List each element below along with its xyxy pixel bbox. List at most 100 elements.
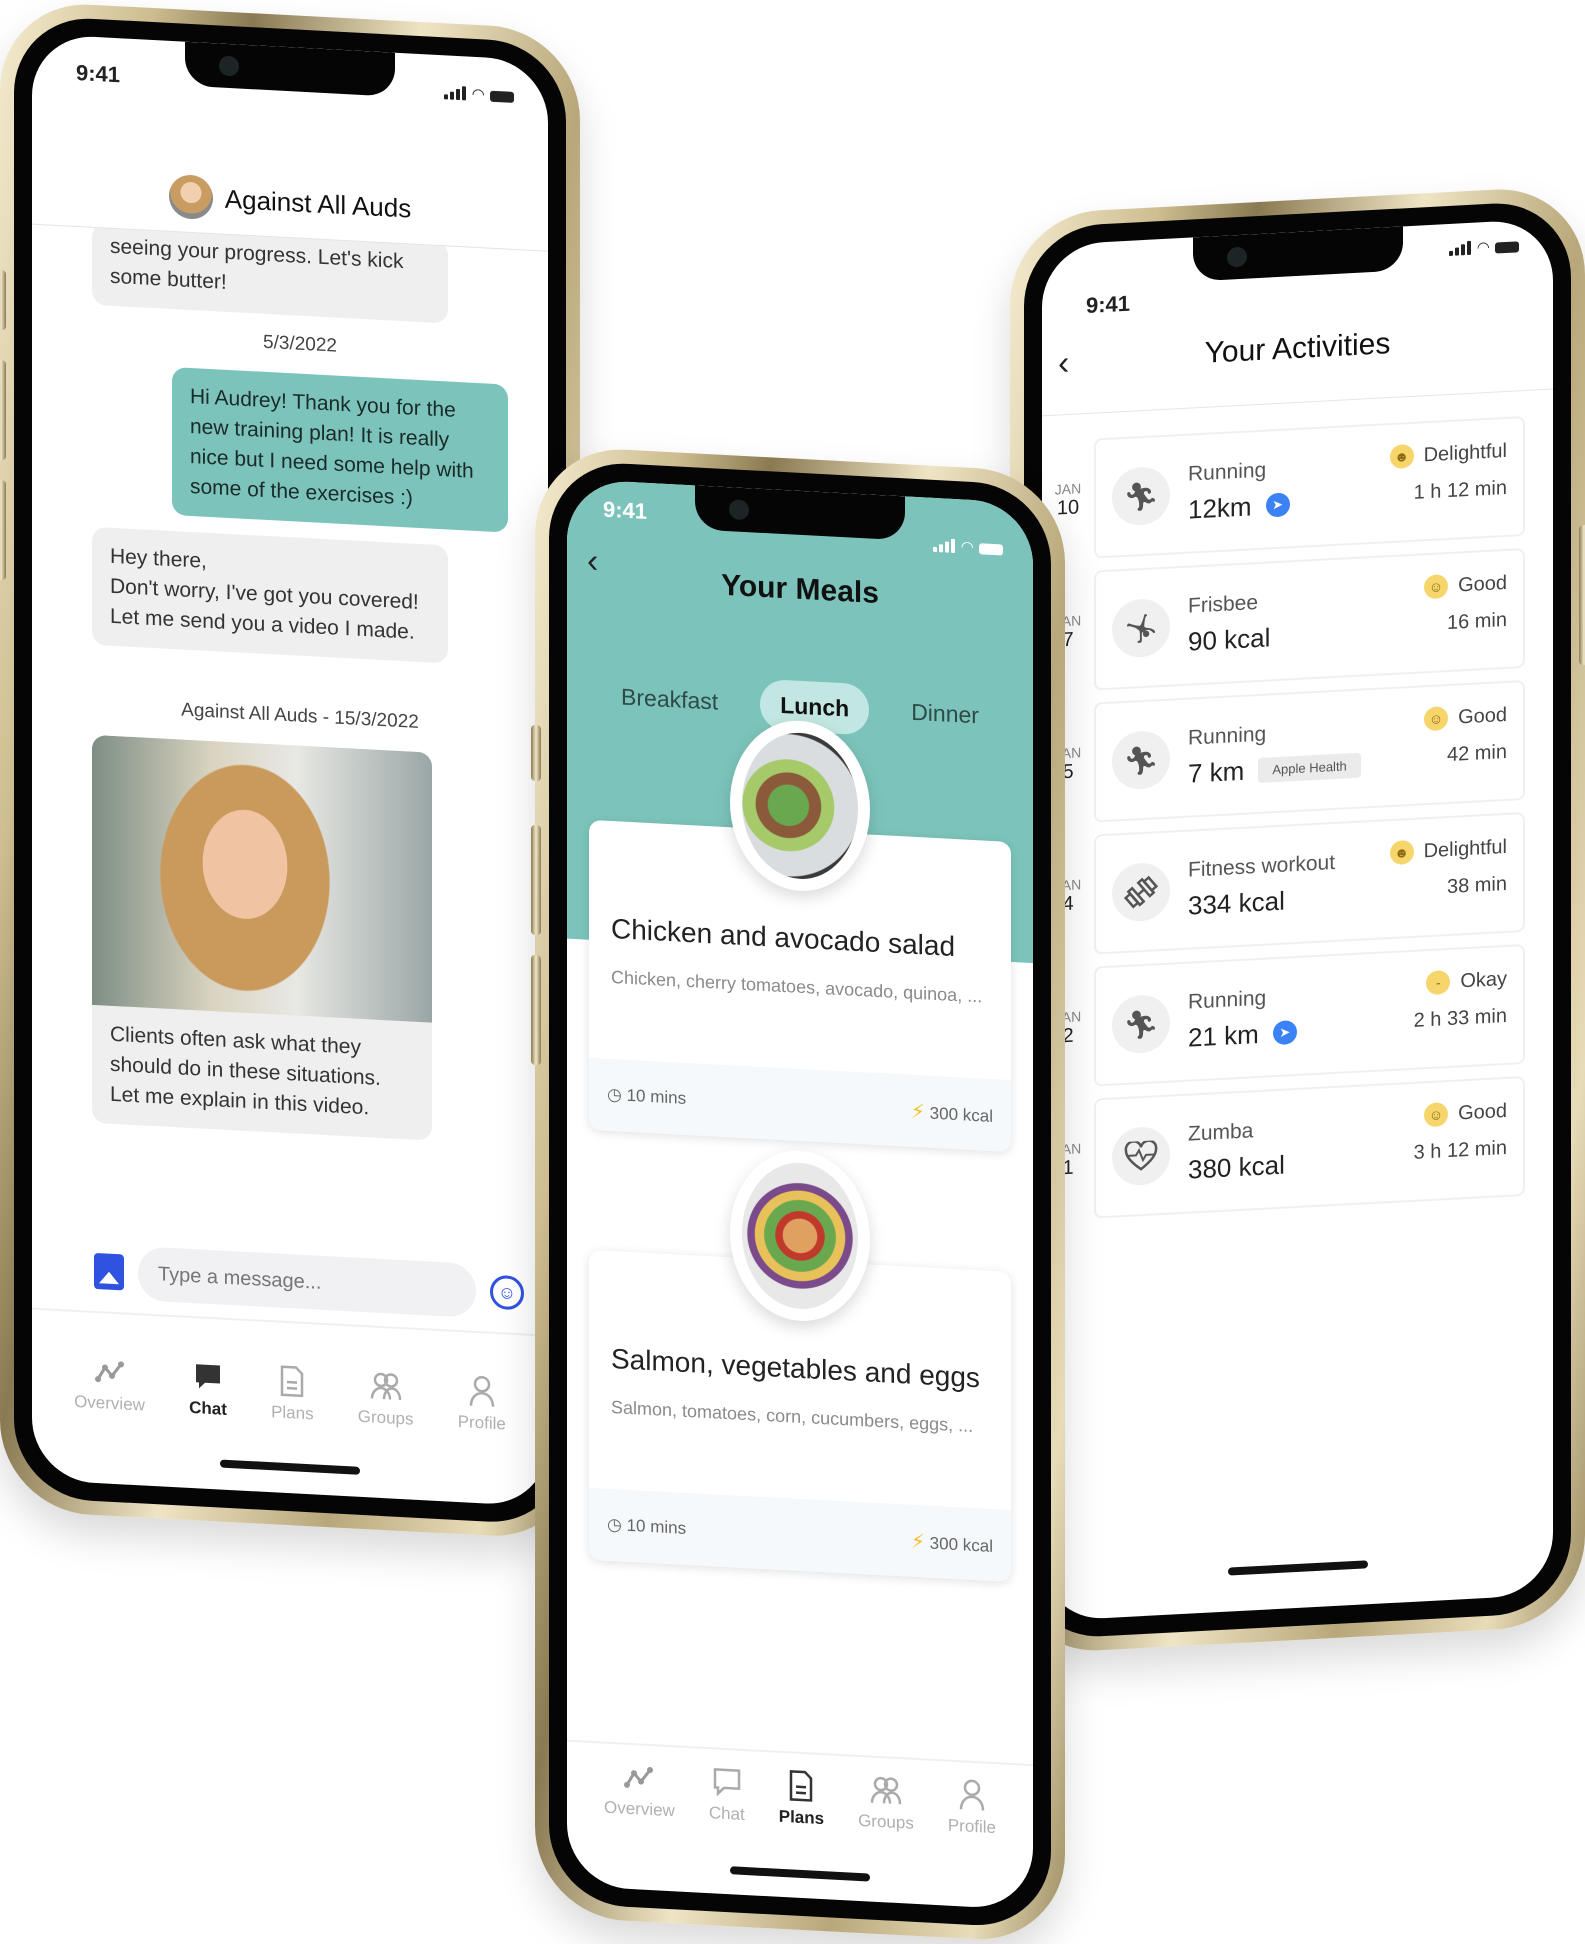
activity-mood: Good <box>1458 1099 1507 1125</box>
activity-value: 21 km <box>1188 1018 1259 1053</box>
activity-name: Running <box>1188 986 1267 1014</box>
meal-card[interactable]: Chicken and avocado salad Chicken, cherr… <box>589 717 1011 1152</box>
tab-breakfast[interactable]: Breakfast <box>601 670 738 728</box>
battery-icon <box>979 543 1003 556</box>
activity-row[interactable]: JAN 4 Fitness workout 334 kcal ☻ Delightfu… <box>1042 806 1525 963</box>
activity-row[interactable]: JAN 1 Zumba 380 kcal ☺ Good 3 h 12 min <box>1042 1070 1525 1227</box>
image-attach-icon[interactable] <box>94 1252 124 1291</box>
emoji-icon[interactable]: ☺ <box>490 1274 524 1311</box>
meal-footer: ◷ 10 mins ⚡︎ 300 kcal <box>589 1487 1011 1582</box>
signal-icon <box>444 85 467 101</box>
running-icon: 🏃︎ <box>1112 993 1170 1055</box>
activity-duration: 16 min <box>1446 608 1507 635</box>
activity-name: Running <box>1188 722 1267 750</box>
activity-card[interactable]: 🏃︎ Running 12km ➤ ☻ Delightful 1 h 12 min <box>1094 416 1525 559</box>
gps-icon: ➤ <box>1272 1019 1297 1046</box>
chat-screen: 9:41 ◠ Against All Auds seeing your prog… <box>32 33 548 1507</box>
activity-name: Zumba <box>1188 1118 1254 1146</box>
tab-label: Chat <box>708 1803 745 1824</box>
tab-dinner[interactable]: Dinner <box>891 686 999 743</box>
meal-image <box>730 1147 870 1325</box>
plans-icon <box>276 1364 308 1398</box>
activity-row[interactable]: JAN 10 🏃︎ Running 12km ➤ ☻ Delightful 1 h 1… <box>1042 410 1525 567</box>
overview-icon <box>623 1761 655 1795</box>
status-time: 9:41 <box>603 496 648 524</box>
activity-mood: Delightful <box>1423 835 1507 862</box>
tab-label: Groups <box>858 1810 914 1833</box>
activity-duration: 1 h 12 min <box>1413 476 1507 504</box>
activity-card[interactable]: Zumba 380 kcal ☺ Good 3 h 12 min <box>1094 1076 1525 1219</box>
home-indicator <box>730 1866 870 1882</box>
chat-icon <box>711 1765 743 1799</box>
video-thumbnail[interactable] <box>92 734 432 1023</box>
video-message[interactable]: Clients often ask what they should do in… <box>92 734 432 1141</box>
tab-groups[interactable]: Groups <box>358 1369 414 1430</box>
battery-icon <box>490 90 514 103</box>
groups-icon <box>870 1774 902 1808</box>
activity-duration: 38 min <box>1446 872 1507 899</box>
meal-time: 10 mins <box>626 1515 687 1538</box>
tab-label: Profile <box>947 1815 996 1838</box>
signal-icon <box>933 538 956 554</box>
message-outgoing: Hi Audrey! Thank you for the new trainin… <box>172 367 508 533</box>
tab-chat[interactable]: Chat <box>709 1765 745 1825</box>
wifi-icon: ◠ <box>1477 238 1489 257</box>
activity-duration: 42 min <box>1446 740 1507 767</box>
tab-label: Plans <box>778 1806 825 1829</box>
mute-switch <box>0 269 6 331</box>
tab-groups[interactable]: Groups <box>858 1773 914 1834</box>
message-input[interactable] <box>138 1246 476 1318</box>
profile-icon <box>466 1374 498 1408</box>
plans-icon <box>785 1769 817 1803</box>
status-icons: ◠ <box>933 538 1003 556</box>
activity-value: 7 km <box>1188 755 1245 789</box>
chat-icon <box>192 1360 224 1394</box>
message-incoming: Hey there, Don't worry, I've got you cov… <box>92 526 448 664</box>
activities-screen: 9:41 ◠ ‹ Your Activities JAN 10 🏃︎ Runnin… <box>1042 218 1553 1622</box>
activity-card[interactable]: 🏃︎ Running 7 km Apple Health ☺ Good 42 min <box>1094 680 1525 823</box>
tab-plans[interactable]: Plans <box>779 1769 824 1829</box>
mood-good-icon: ☺ <box>1424 574 1449 600</box>
tab-overview[interactable]: Overview <box>74 1354 145 1416</box>
contact-avatar[interactable] <box>168 173 213 221</box>
tab-bar: Overview Chat Plans Groups Profile <box>32 1352 548 1437</box>
volume-down-button <box>0 479 6 581</box>
tab-chat[interactable]: Chat <box>189 1360 227 1420</box>
phone-chat: 9:41 ◠ Against All Auds seeing your prog… <box>0 0 580 1541</box>
activity-row[interactable]: JAN 7 🤸︎ Frisbee 90 kcal ☺ Good 16 min <box>1042 542 1525 699</box>
activity-duration: 2 h 33 min <box>1413 1004 1507 1032</box>
clock-icon: ◷ <box>607 1084 622 1105</box>
clock-icon: ◷ <box>607 1514 622 1535</box>
meal-name: Chicken and avocado salad <box>611 912 956 963</box>
activity-card[interactable]: 🏃︎ Running 21 km ➤ ‐ Okay 2 h 33 min <box>1094 944 1525 1087</box>
activity-duration: 3 h 12 min <box>1413 1136 1507 1164</box>
video-sender-date: Against All Auds - 15/3/2022 <box>181 699 419 733</box>
page-title: Your Activities <box>1204 327 1391 370</box>
mood-delightful-icon: ☻ <box>1389 443 1414 470</box>
bezel: 9:41 ◠ ‹ Your Activities JAN 10 🏃︎ Runnin… <box>1024 199 1571 1641</box>
date-day: 10 <box>1056 495 1080 520</box>
groups-icon <box>370 1369 402 1403</box>
wifi-icon: ◠ <box>961 538 973 556</box>
message-list: seeing your progress. Let's kick some bu… <box>32 222 548 1237</box>
tab-profile[interactable]: Profile <box>458 1374 506 1435</box>
activity-row[interactable]: JAN 2 🏃︎ Running 21 km ➤ ‐ Okay 2 h 33 min <box>1042 938 1525 1095</box>
activity-card[interactable]: 🤸︎ Frisbee 90 kcal ☺ Good 16 min <box>1094 548 1525 691</box>
battery-icon <box>1495 241 1519 254</box>
tab-label: Groups <box>357 1406 414 1429</box>
activity-card[interactable]: Fitness workout 334 kcal ☻ Delightful 38 … <box>1094 812 1525 955</box>
tab-profile[interactable]: Profile <box>948 1778 996 1839</box>
home-indicator <box>220 1459 360 1475</box>
mood-good-icon: ☺ <box>1424 706 1449 732</box>
tab-overview[interactable]: Overview <box>604 1760 675 1822</box>
meal-card[interactable]: Salmon, vegetables and eggs Salmon, toma… <box>589 1147 1011 1582</box>
tab-label: Chat <box>189 1397 227 1419</box>
bezel: 9:41 ◠ Against All Auds seeing your prog… <box>14 14 566 1526</box>
running-icon: 🏃︎ <box>1112 729 1170 791</box>
wifi-icon: ◠ <box>472 85 484 104</box>
activity-row[interactable]: JAN 5 🏃︎ Running 7 km Apple Health ☺ Good 4… <box>1042 674 1525 831</box>
contact-name[interactable]: Against All Auds <box>225 183 411 224</box>
tab-label: Profile <box>457 1411 506 1434</box>
tab-plans[interactable]: Plans <box>271 1364 314 1424</box>
meal-ingredients: Chicken, cherry tomatoes, avocado, quino… <box>611 966 983 1007</box>
